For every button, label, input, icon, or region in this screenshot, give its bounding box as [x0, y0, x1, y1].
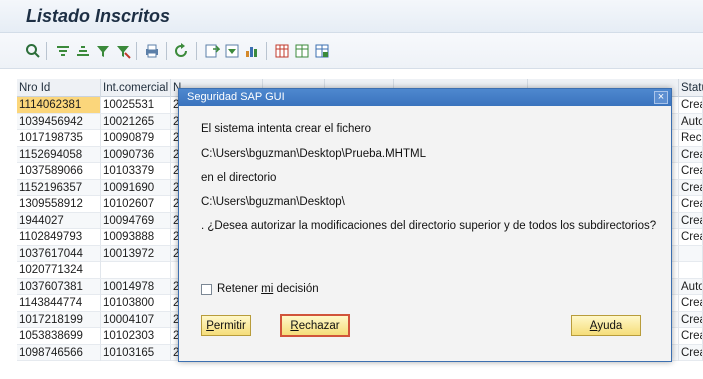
table-cell-id[interactable]: 1037607381 — [17, 278, 101, 295]
table-cell-int[interactable] — [101, 262, 171, 278]
dialog-question: . ¿Desea autorizar la modificaciones del… — [201, 220, 657, 232]
table-cell-id[interactable]: 1017218199 — [17, 311, 101, 328]
table-cell-int[interactable]: 10025531 — [101, 97, 171, 113]
filter-icon[interactable] — [94, 42, 112, 60]
table-cell-int[interactable]: 10021265 — [101, 113, 171, 130]
table-cell-id[interactable]: 1098746566 — [17, 344, 101, 361]
table-cell-id[interactable]: 1020771324 — [17, 262, 101, 278]
table-cell-status[interactable] — [679, 245, 703, 262]
table-cell-id[interactable]: 1102849793 — [17, 229, 101, 245]
table-cell-status[interactable]: Creado — [679, 179, 703, 196]
retain-decision-checkbox[interactable] — [201, 283, 212, 295]
security-dialog: Seguridad SAP GUI × El sistema intenta c… — [178, 88, 672, 362]
permit-button[interactable]: Permitir — [201, 315, 251, 336]
title-bar: Listado Inscritos — [0, 0, 703, 33]
table-cell-status[interactable]: Creado — [679, 212, 703, 229]
retain-decision-label: Retener mi decisión — [217, 283, 319, 295]
table-cell-int[interactable]: 10090736 — [101, 146, 171, 163]
table-cell-id[interactable]: 1037589066 — [17, 163, 101, 179]
print-icon[interactable] — [143, 42, 161, 60]
table-cell-status[interactable]: Creado — [679, 311, 703, 328]
table-cell-int[interactable]: 10004107 — [101, 311, 171, 328]
table-cell-int[interactable]: 10090879 — [101, 130, 171, 146]
table-cell-int[interactable]: 10091690 — [101, 179, 171, 196]
filter-delete-icon[interactable] — [114, 42, 132, 60]
table-cell-int[interactable]: 10014978 — [101, 278, 171, 295]
table-cell-int[interactable]: 10102607 — [101, 196, 171, 212]
layout-save-icon[interactable] — [313, 42, 331, 60]
export-icon[interactable] — [203, 42, 221, 60]
table-cell-status[interactable]: Creado — [679, 295, 703, 311]
dialog-title: Seguridad SAP GUI — [187, 91, 285, 103]
table-cell-status[interactable]: Creado — [679, 344, 703, 361]
table-cell-status[interactable]: Creado — [679, 146, 703, 163]
table-cell-id[interactable]: 1039456942 — [17, 113, 101, 130]
table-cell-id[interactable]: 1152196357 — [17, 179, 101, 196]
table-cell-status[interactable]: Creado — [679, 163, 703, 179]
table-cell-int[interactable]: 10103165 — [101, 344, 171, 361]
dialog-message-line-3: en el directorio — [201, 172, 277, 184]
refresh-icon[interactable] — [172, 42, 190, 60]
table-cell-int[interactable]: 10013972 — [101, 245, 171, 262]
table-cell-id[interactable]: 1053838699 — [17, 328, 101, 344]
close-icon[interactable]: × — [654, 91, 668, 104]
table-cell-id[interactable]: 1309558912 — [17, 196, 101, 212]
table-cell-id[interactable]: 1152694058 — [17, 146, 101, 163]
dialog-directory-path: C:\Users\bguzman\Desktop\ — [201, 196, 345, 208]
graphic-icon[interactable] — [243, 42, 261, 60]
page-title: Listado Inscritos — [26, 6, 171, 26]
sort-ascending-icon[interactable] — [54, 42, 72, 60]
view-icon[interactable] — [223, 42, 241, 60]
table-cell-status[interactable]: Creado — [679, 97, 703, 113]
col-header-nro-id[interactable]: Nro Id — [17, 79, 101, 97]
table-cell-status[interactable]: Rechaz — [679, 130, 703, 146]
sort-descending-icon[interactable] — [74, 42, 92, 60]
dialog-message-line-1: El sistema intenta crear el fichero — [201, 123, 372, 135]
table-cell-id[interactable]: 1944027 — [17, 212, 101, 229]
reject-button[interactable]: Rechazar — [280, 314, 350, 337]
retain-decision-option[interactable]: Retener mi decisión — [201, 283, 319, 295]
table-cell-int[interactable]: 10093888 — [101, 229, 171, 245]
table-cell-int[interactable]: 10102303 — [101, 328, 171, 344]
col-header-status[interactable]: Status — [679, 79, 703, 97]
dialog-file-path: C:\Users\bguzman\Desktop\Prueba.MHTML — [201, 148, 426, 160]
table-cell-status[interactable]: Autoriz — [679, 278, 703, 295]
layout-icon[interactable] — [273, 42, 291, 60]
table-cell-id[interactable]: 1143844774 — [17, 295, 101, 311]
table-cell-status[interactable]: Creado — [679, 196, 703, 212]
dialog-title-bar[interactable]: Seguridad SAP GUI × — [179, 89, 671, 106]
layout-choose-icon[interactable] — [293, 42, 311, 60]
table-cell-status[interactable]: Creado — [679, 328, 703, 344]
table-cell-id[interactable]: 1114062381 — [17, 97, 101, 113]
table-cell-id[interactable]: 1017198735 — [17, 130, 101, 146]
details-icon[interactable] — [24, 42, 42, 60]
table-cell-id[interactable]: 1037617044 — [17, 245, 101, 262]
toolbar — [0, 33, 703, 69]
table-cell-int[interactable]: 10094769 — [101, 212, 171, 229]
table-cell-status[interactable]: Autoriz — [679, 113, 703, 130]
table-cell-status[interactable] — [679, 262, 703, 278]
table-cell-int[interactable]: 10103379 — [101, 163, 171, 179]
table-cell-int[interactable]: 10103800 — [101, 295, 171, 311]
col-header-int-comercial[interactable]: Int.comercial — [101, 79, 171, 97]
table-cell-status[interactable]: Creado — [679, 229, 703, 245]
help-button[interactable]: Ayuda — [571, 315, 641, 336]
